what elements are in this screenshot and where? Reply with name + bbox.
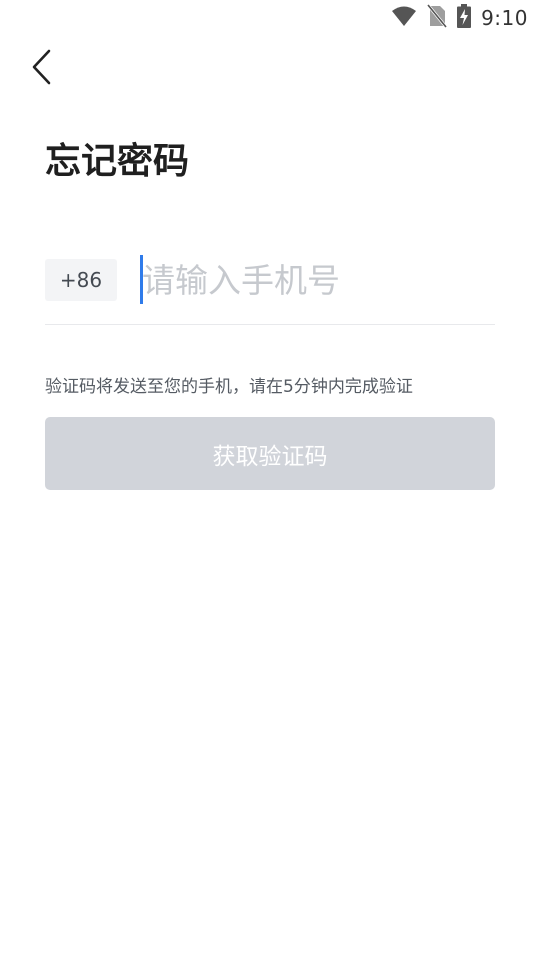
status-time: 9:10 bbox=[481, 6, 528, 30]
page-title: 忘记密码 bbox=[45, 141, 190, 182]
input-divider bbox=[45, 324, 495, 325]
get-verification-code-button[interactable]: 获取验证码 bbox=[45, 417, 495, 490]
forgot-password-screen: 9:10 忘记密码 +86 验证码将发送至您的手机，请在5分钟内完成验证 获取验… bbox=[0, 0, 540, 960]
chevron-left-icon bbox=[31, 49, 53, 89]
verification-hint: 验证码将发送至您的手机，请在5分钟内完成验证 bbox=[45, 377, 413, 397]
status-bar: 9:10 bbox=[0, 0, 540, 36]
country-code-selector[interactable]: +86 bbox=[45, 259, 117, 301]
phone-input[interactable] bbox=[140, 255, 497, 305]
battery-charging-icon bbox=[457, 4, 472, 32]
wifi-icon bbox=[391, 5, 417, 31]
status-icons: 9:10 bbox=[391, 4, 528, 32]
back-button[interactable] bbox=[22, 46, 62, 92]
no-sim-icon bbox=[426, 4, 448, 32]
phone-input-wrapper bbox=[140, 255, 497, 305]
